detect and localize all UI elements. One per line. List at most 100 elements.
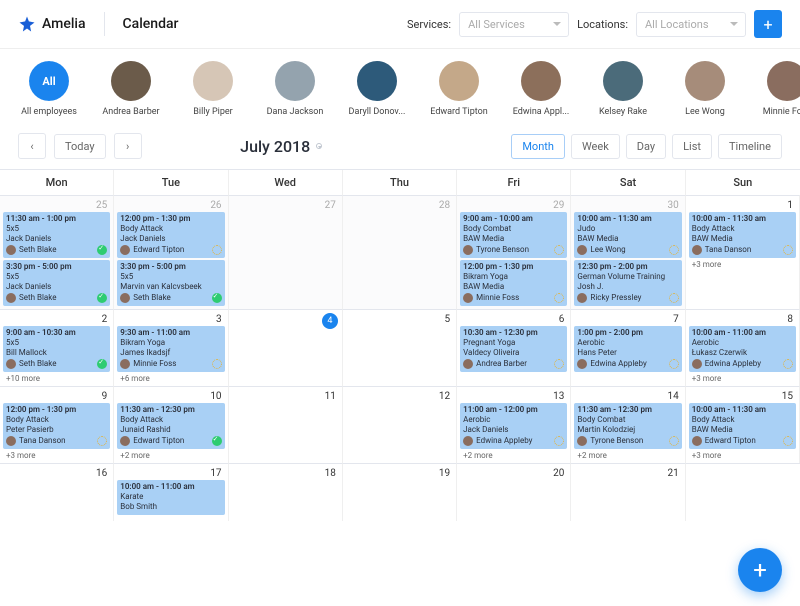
event-card[interactable]: 11:30 am - 1:00 pm5x5Jack DanielsSeth Bl… xyxy=(3,212,110,258)
event-card[interactable]: 9:00 am - 10:00 amBody CombatBAW MediaTy… xyxy=(460,212,567,258)
employee-item[interactable]: Edward Tipton xyxy=(428,61,490,117)
event-card[interactable]: 10:00 am - 11:30 amJudoBAW MediaLee Wong xyxy=(574,212,681,258)
event-time: 12:00 pm - 1:30 pm xyxy=(463,262,564,272)
avatar xyxy=(275,61,315,101)
employee-item[interactable]: Lee Wong xyxy=(674,61,736,117)
calendar-cell[interactable]: 2612:00 pm - 1:30 pmBody AttackJack Dani… xyxy=(114,195,228,309)
calendar-cell[interactable]: 19 xyxy=(343,463,457,521)
more-link[interactable]: +6 more xyxy=(117,372,224,383)
calendar-cell[interactable]: 299:00 am - 10:00 amBody CombatBAW Media… xyxy=(457,195,571,309)
calendar-cell[interactable]: 4 xyxy=(229,309,343,386)
event-time: 10:00 am - 11:30 am xyxy=(577,214,678,224)
more-link[interactable]: +2 more xyxy=(460,449,567,460)
avatar-dot xyxy=(120,359,130,369)
employee-name: Billy Piper xyxy=(193,107,232,117)
calendar-cell[interactable]: 29:00 am - 10:30 am5x5Bill MallockSeth B… xyxy=(0,309,114,386)
employee-item[interactable]: Andrea Barber xyxy=(100,61,162,117)
more-link[interactable]: +3 more xyxy=(3,449,110,460)
calendar-cell[interactable]: 18 xyxy=(229,463,343,521)
more-link[interactable]: +3 more xyxy=(689,449,796,460)
more-link[interactable]: +3 more xyxy=(689,372,796,383)
calendar-cell[interactable] xyxy=(686,463,800,521)
employee-item[interactable]: Dana Jackson xyxy=(264,61,326,117)
event-card[interactable]: 3:30 pm - 5:00 pm5x5Jack DanielsSeth Bla… xyxy=(3,260,110,306)
calendar-cell[interactable]: 5 xyxy=(343,309,457,386)
event-card[interactable]: 10:30 am - 12:30 pmPregnant YogaValdecy … xyxy=(460,326,567,372)
event-time: 11:30 am - 1:00 pm xyxy=(6,214,107,224)
event-card[interactable]: 10:00 am - 11:30 amBody AttackBAW MediaT… xyxy=(689,212,796,258)
employee-item[interactable]: Billy Piper xyxy=(182,61,244,117)
calendar-cell[interactable]: 1510:00 am - 11:30 amBody AttackBAW Medi… xyxy=(686,386,800,463)
more-link[interactable]: +3 more xyxy=(689,258,796,269)
avatar xyxy=(767,61,800,101)
month-title[interactable]: July 2018 xyxy=(240,137,322,156)
calendar-cell[interactable]: 610:30 am - 12:30 pmPregnant YogaValdecy… xyxy=(457,309,571,386)
prev-button[interactable]: ‹ xyxy=(18,133,46,159)
avatar-dot xyxy=(120,293,130,303)
calendar-cell[interactable]: 71:00 pm - 2:00 pmAerobicHans PeterEdwin… xyxy=(571,309,685,386)
view-day[interactable]: Day xyxy=(626,134,666,159)
event-card[interactable]: 11:00 am - 12:00 pmAerobicJack DanielsEd… xyxy=(460,403,567,449)
event-assignee: Minnie Foss xyxy=(120,359,221,369)
services-select[interactable]: All Services xyxy=(459,12,569,37)
event-card[interactable]: 3:30 pm - 5:00 pm5x5Marvin van Kalcvsbee… xyxy=(117,260,224,306)
calendar-cell[interactable]: 1411:30 am - 12:30 pmBody CombatMartin K… xyxy=(571,386,685,463)
event-card[interactable]: 10:00 am - 11:00 amKarateBob Smith xyxy=(117,480,224,515)
calendar-cell[interactable]: 20 xyxy=(457,463,571,521)
fab-add-button[interactable]: + xyxy=(738,548,782,592)
view-timeline[interactable]: Timeline xyxy=(718,134,782,159)
event-card[interactable]: 11:30 am - 12:30 pmBody AttackJunaid Ras… xyxy=(117,403,224,449)
event-card[interactable]: 10:00 am - 11:00 amAerobicŁukasz Czerwik… xyxy=(689,326,796,372)
calendar-cell[interactable]: 912:00 pm - 1:30 pmBody AttackPeter Pasi… xyxy=(0,386,114,463)
next-button[interactable]: › xyxy=(114,133,142,159)
calendar-cell[interactable]: 810:00 am - 11:00 amAerobicŁukasz Czerwi… xyxy=(686,309,800,386)
calendar-cell[interactable]: 28 xyxy=(343,195,457,309)
calendar-cell[interactable]: 1311:00 am - 12:00 pmAerobicJack Daniels… xyxy=(457,386,571,463)
calendar-cell[interactable]: 1011:30 am - 12:30 pmBody AttackJunaid R… xyxy=(114,386,228,463)
employee-item[interactable]: Edwina Appl... xyxy=(510,61,572,117)
event-assignee: Edward Tipton xyxy=(692,436,793,446)
event-card[interactable]: 10:00 am - 11:30 amBody AttackBAW MediaE… xyxy=(689,403,796,449)
calendar-cell[interactable]: 39:30 am - 11:00 amBikram YogaJames Ikad… xyxy=(114,309,228,386)
more-link[interactable]: +10 more xyxy=(3,372,110,383)
add-button[interactable]: + xyxy=(754,10,782,38)
calendar-cell[interactable]: 27 xyxy=(229,195,343,309)
event-card[interactable]: 12:30 pm - 2:00 pmGerman Volume Training… xyxy=(574,260,681,306)
event-title: Karate xyxy=(120,492,221,502)
employee-item[interactable]: Minnie Foss xyxy=(756,61,800,117)
view-month[interactable]: Month xyxy=(511,134,565,159)
day-number: 4 xyxy=(322,313,338,329)
avatar-dot xyxy=(6,436,16,446)
brand[interactable]: Amelia xyxy=(18,15,86,33)
employee-item[interactable]: AllAll employees xyxy=(18,61,80,117)
employee-name: Edwina Appl... xyxy=(513,107,569,117)
calendar-cell[interactable]: 110:00 am - 11:30 amBody AttackBAW Media… xyxy=(686,195,800,309)
more-link[interactable]: +2 more xyxy=(574,449,681,460)
calendar-cell[interactable]: 3010:00 am - 11:30 amJudoBAW MediaLee Wo… xyxy=(571,195,685,309)
calendar-cell[interactable]: 11 xyxy=(229,386,343,463)
status-pending-icon xyxy=(669,293,679,303)
event-card[interactable]: 9:30 am - 11:00 amBikram YogaJames Ikads… xyxy=(117,326,224,372)
calendar-cell[interactable]: 16 xyxy=(0,463,114,521)
event-title: Bikram Yoga xyxy=(120,338,221,348)
calendar-cell[interactable]: 2511:30 am - 1:00 pm5x5Jack DanielsSeth … xyxy=(0,195,114,309)
event-card[interactable]: 9:00 am - 10:30 am5x5Bill MallockSeth Bl… xyxy=(3,326,110,372)
app-root: Amelia Calendar Services: All Services L… xyxy=(0,0,800,606)
day-number: 21 xyxy=(667,468,678,479)
event-card[interactable]: 12:00 pm - 1:30 pmBody AttackJack Daniel… xyxy=(117,212,224,258)
event-card[interactable]: 12:00 pm - 1:30 pmBikram YogaBAW MediaMi… xyxy=(460,260,567,306)
event-card[interactable]: 12:00 pm - 1:30 pmBody AttackPeter Pasie… xyxy=(3,403,110,449)
locations-select[interactable]: All Locations xyxy=(636,12,746,37)
day-number: 14 xyxy=(667,391,678,402)
employee-item[interactable]: Kelsey Rake xyxy=(592,61,654,117)
calendar-cell[interactable]: 12 xyxy=(343,386,457,463)
today-button[interactable]: Today xyxy=(54,134,106,159)
view-list[interactable]: List xyxy=(672,134,712,159)
event-card[interactable]: 1:00 pm - 2:00 pmAerobicHans PeterEdwina… xyxy=(574,326,681,372)
view-week[interactable]: Week xyxy=(571,134,620,159)
more-link[interactable]: +2 more xyxy=(117,449,224,460)
calendar-cell[interactable]: 1710:00 am - 11:00 amKarateBob Smith xyxy=(114,463,228,521)
event-card[interactable]: 11:30 am - 12:30 pmBody CombatMartin Kol… xyxy=(574,403,681,449)
calendar-cell[interactable]: 21 xyxy=(571,463,685,521)
employee-item[interactable]: Daryll Donov... xyxy=(346,61,408,117)
